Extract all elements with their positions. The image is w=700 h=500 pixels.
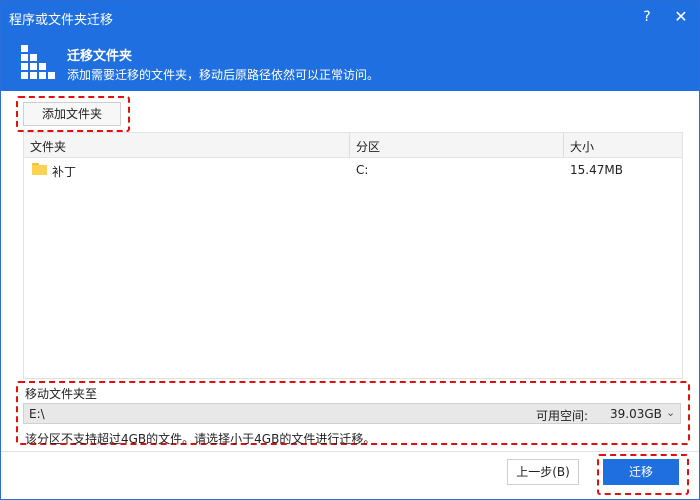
footer-divider [1,451,699,452]
grid-logo-icon [21,45,55,79]
column-header-folder[interactable]: 文件夹 [30,138,66,155]
close-button[interactable]: ✕ [671,7,691,27]
row-partition: C: [356,163,369,177]
table-row[interactable]: 补丁 C: 15.47MB [24,158,682,182]
column-divider[interactable] [563,133,564,157]
folder-table: 文件夹 分区 大小 补丁 C: 15.47MB [23,132,683,379]
column-divider[interactable] [349,133,350,157]
free-space-label: 可用空间: [536,409,589,423]
column-header-size[interactable]: 大小 [570,138,594,155]
add-folder-button[interactable]: 添加文件夹 [23,102,121,126]
folder-icon [32,163,47,175]
chevron-down-icon[interactable]: ⌄ [666,406,675,419]
destination-path: E:\ [29,407,45,421]
column-header-partition[interactable]: 分区 [356,138,380,155]
migrate-button[interactable]: 迁移 [603,459,679,485]
destination-dropdown[interactable]: E:\ 可用空间: 39.03GB ⌄ [23,403,681,424]
header-description: 添加需要迁移的文件夹，移动后原路径依然可以正常访问。 [67,68,380,82]
table-header: 文件夹 分区 大小 [24,133,682,158]
help-button[interactable]: ? [637,7,657,27]
window-title: 程序或文件夹迁移 [9,13,114,28]
header-title: 迁移文件夹 [67,49,133,64]
header-banner: 迁移文件夹 添加需要迁移的文件夹，移动后原路径依然可以正常访问。 [1,33,699,91]
title-bar: 程序或文件夹迁移 ? ✕ [1,1,699,33]
row-folder-name: 补丁 [52,165,77,179]
dialog-window: 程序或文件夹迁移 ? ✕ 迁移文件夹 添加需要迁移的文件夹，移动后原路径依然可以… [0,0,700,500]
partition-warning: 该分区不支持超过4GB的文件。请选择小于4GB的文件进行迁移。 [25,432,376,446]
free-space-value: 39.03GB [610,407,662,421]
row-size: 15.47MB [570,163,623,177]
previous-button[interactable]: 上一步(B) [507,459,579,485]
destination-label: 移动文件夹至 [25,387,98,401]
